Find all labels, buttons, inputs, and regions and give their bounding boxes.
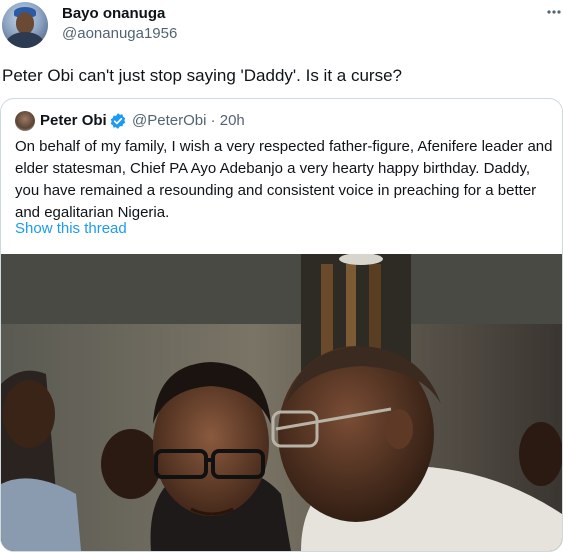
- quoted-tweet-card[interactable]: Peter Obi @PeterObi · 20h On behalf of m…: [0, 98, 563, 552]
- tweet-header: Bayo onanuga @aonanuga1956: [0, 0, 563, 56]
- quoted-author-avatar[interactable]: [15, 111, 35, 131]
- more-dots-svg: [547, 10, 561, 14]
- show-thread-link[interactable]: Show this thread: [15, 220, 127, 237]
- tweet-text: Peter Obi can't just stop saying 'Daddy'…: [2, 66, 402, 85]
- tweet-photo[interactable]: [1, 254, 562, 551]
- quoted-tweet-text: On behalf of my family, I wish a very re…: [15, 138, 553, 221]
- quoted-author-name[interactable]: Peter Obi: [40, 112, 107, 129]
- photo-illustration: [1, 254, 562, 551]
- author-handle[interactable]: @aonanuga1956: [62, 25, 177, 42]
- verified-badge-svg: [110, 113, 126, 129]
- quoted-handle-time[interactable]: @PeterObi · 20h: [132, 112, 245, 129]
- avatar-body: [6, 32, 44, 48]
- author-avatar[interactable]: [2, 2, 48, 48]
- verified-badge-icon: [109, 112, 127, 130]
- author-display-name[interactable]: Bayo onanuga: [62, 5, 165, 22]
- more-horizontal-icon[interactable]: [546, 4, 562, 20]
- avatar-face: [16, 12, 34, 34]
